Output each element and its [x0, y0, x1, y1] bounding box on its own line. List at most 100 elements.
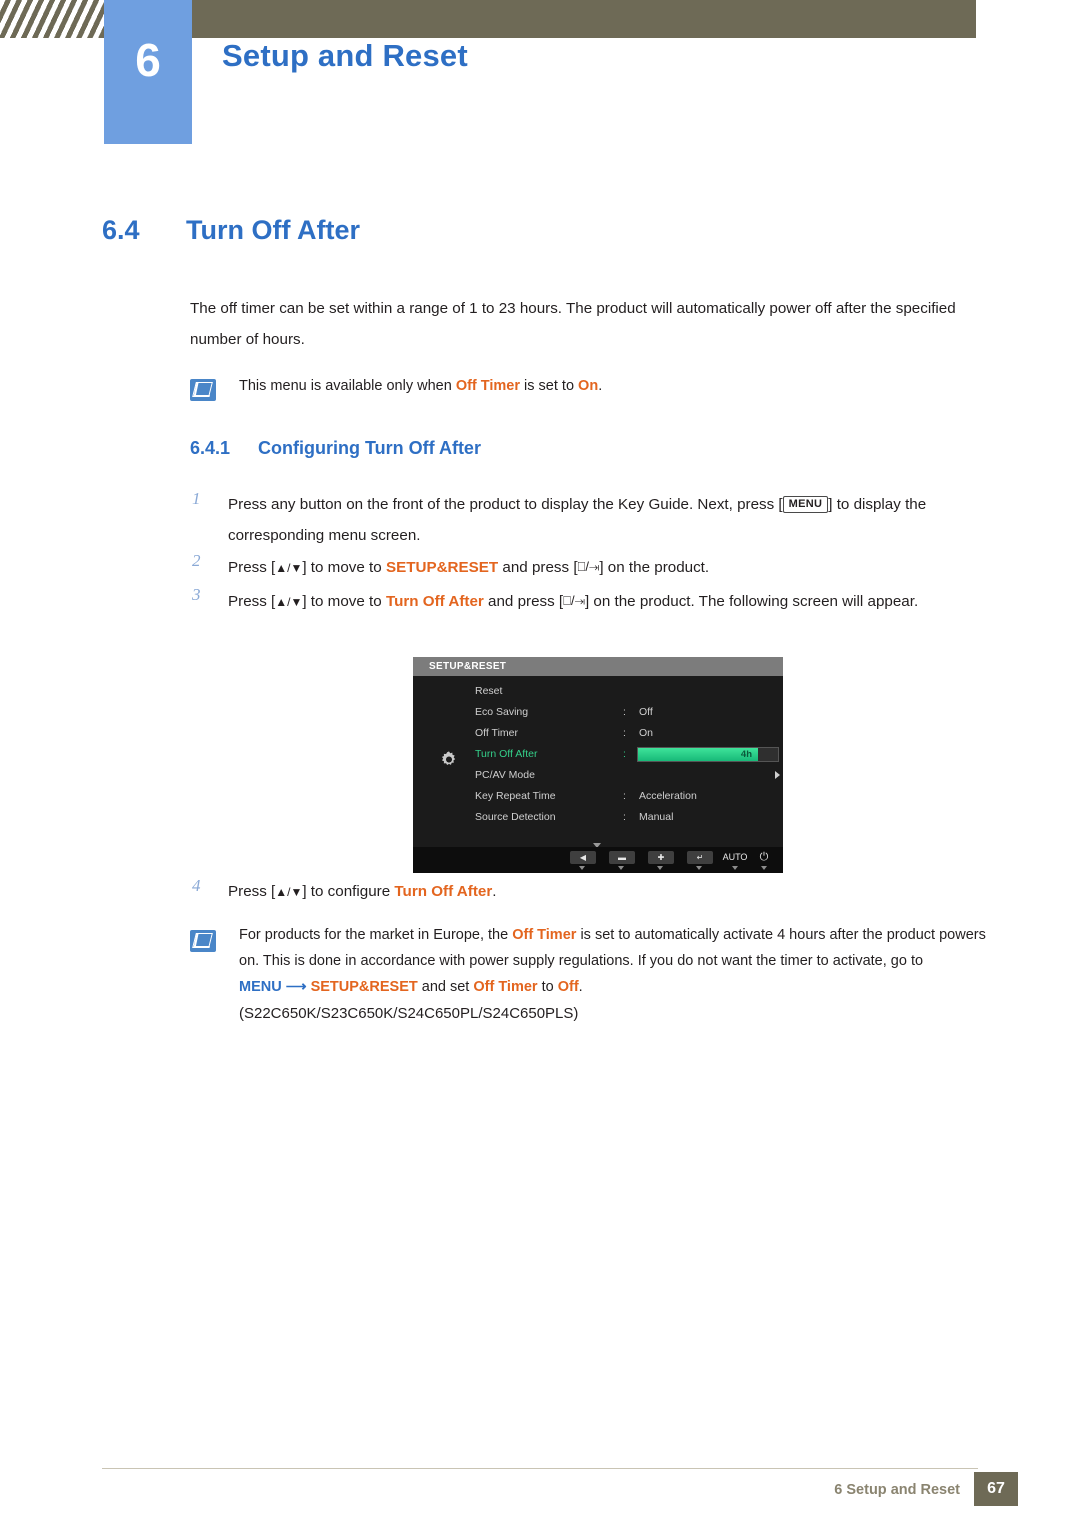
- section-intro-paragraph: The off timer can be set within a range …: [190, 300, 956, 348]
- chapter-title: Setup and Reset: [222, 38, 468, 73]
- section-title: Turn Off After: [186, 215, 360, 245]
- note-2-line3a: timer to activate, go to: [780, 953, 924, 969]
- osd-button-enter[interactable]: ↵: [687, 851, 713, 864]
- step-number-4: 4: [192, 876, 201, 895]
- osd-button-caret: [696, 866, 702, 870]
- header-hatch-pattern: [0, 0, 104, 38]
- header-bar: [104, 0, 976, 38]
- osd-row-eco-saving[interactable]: Eco Saving : Off: [475, 702, 775, 723]
- step-text-4: Press [▲/▼] to configure Turn Off After.: [228, 876, 1003, 908]
- osd-button-minus[interactable]: ▬: [609, 851, 635, 864]
- header-bar-right-gap: [976, 0, 1080, 38]
- osd-row-turn-off-after[interactable]: Turn Off After : 4h: [475, 744, 779, 765]
- note-2-line1b: is set to automatically activate 4 hours…: [576, 927, 883, 943]
- step-4-part2: ] to configure: [302, 883, 395, 900]
- note-1-prefix: This menu is available only when: [239, 378, 456, 394]
- note-2-term-menu: MENU: [239, 979, 282, 995]
- step-3-part4: ] on the product. The following screen w…: [584, 593, 919, 610]
- menu-key-label: MENU: [782, 496, 829, 513]
- subsection-heading: 6.4.1 Configuring Turn Off After: [190, 438, 481, 459]
- step-2-term: SETUP&RESET: [385, 559, 499, 576]
- osd-button-back[interactable]: ◀: [570, 851, 596, 864]
- step-3-term: Turn Off After: [385, 593, 484, 610]
- note-2-term-setup-reset: SETUP&RESET: [310, 979, 418, 995]
- chapter-number-box: 6: [104, 0, 192, 144]
- step-2-part4: ] on the product.: [599, 559, 710, 576]
- note-2-term-off-timer-2: Off Timer: [473, 979, 538, 995]
- osd-row-source-detection[interactable]: Source Detection : Manual: [475, 807, 775, 828]
- osd-button-caret: [579, 866, 585, 870]
- note-2-line1a: For products for the market in Europe, t…: [239, 927, 513, 943]
- section-number: 6.4: [102, 215, 140, 245]
- step-number-3: 3: [192, 585, 201, 604]
- step-2-part1: Press [: [228, 559, 276, 576]
- step-4-term: Turn Off After: [394, 883, 493, 900]
- note-1-term-off-timer: Off Timer: [455, 378, 521, 394]
- osd-row-off-timer[interactable]: Off Timer : On: [475, 723, 775, 744]
- osd-row-value: Manual: [639, 811, 674, 823]
- osd-row-label: Off Timer: [475, 727, 518, 739]
- up-down-key-glyphs: ▲/▼: [275, 595, 303, 609]
- step-text-3: Press [▲/▼] to move to Turn Off After an…: [228, 585, 1003, 618]
- osd-row-value: Off: [639, 706, 653, 718]
- osd-row-label: Key Repeat Time: [475, 790, 556, 802]
- osd-button-caret: [618, 866, 624, 870]
- osd-row-colon: :: [623, 706, 626, 718]
- note-icon: [190, 379, 216, 401]
- up-down-key-glyphs: ▲/▼: [275, 561, 303, 575]
- osd-slider-fill: 4h: [638, 748, 758, 761]
- osd-slider-value: 4h: [740, 749, 752, 760]
- step-1-part1: Press any button on the front of the pro…: [228, 496, 783, 513]
- model-list: (S22C650K/S23C650K/S24C650PL/S24C650PLS): [239, 1005, 579, 1022]
- subsection-title: Configuring Turn Off After: [258, 438, 481, 458]
- note-1-suffix: .: [598, 378, 603, 394]
- step-4-part3: .: [492, 883, 497, 900]
- note-2-line3c: to: [537, 979, 558, 995]
- step-4-part1: Press [: [228, 883, 276, 900]
- osd-button-bar: ◀ ▬ ✚ ↵ AUTO ⏻: [413, 847, 783, 873]
- note-1-text: This menu is available only when Off Tim…: [239, 373, 999, 399]
- osd-row-label: Source Detection: [475, 811, 556, 823]
- osd-row-colon: :: [623, 748, 626, 760]
- osd-button-auto[interactable]: AUTO: [719, 851, 751, 864]
- osd-row-value: On: [639, 727, 654, 739]
- note-1-middle: is set to: [520, 378, 579, 394]
- note-2-line3b: and set: [417, 979, 474, 995]
- osd-button-plus[interactable]: ✚: [648, 851, 674, 864]
- osd-row-colon: :: [623, 790, 626, 802]
- note-icon: [190, 930, 216, 952]
- osd-button-caret: [732, 866, 738, 870]
- osd-button-caret: [761, 866, 767, 870]
- note-2-text: For products for the market in Europe, t…: [239, 922, 999, 1000]
- up-down-key-glyphs: ▲/▼: [275, 885, 303, 899]
- note-2-term-off: Off: [557, 979, 579, 995]
- step-text-1: Press any button on the front of the pro…: [228, 489, 1003, 551]
- step-3-part1: Press [: [228, 593, 276, 610]
- step-2-part2: ] to move to: [302, 559, 386, 576]
- osd-slider[interactable]: 4h: [637, 747, 779, 762]
- osd-row-label: Turn Off After: [475, 748, 538, 760]
- step-number-2: 2: [192, 551, 201, 570]
- step-number-1: 1: [192, 489, 201, 508]
- gear-icon: [438, 749, 460, 771]
- osd-button-power[interactable]: ⏻: [757, 851, 771, 864]
- osd-screenshot: SETUP&RESET Reset Eco Saving : Off Off T…: [413, 657, 783, 873]
- enter-key-glyphs: ⎕/⇥: [577, 559, 600, 574]
- osd-row-key-repeat-time[interactable]: Key Repeat Time : Acceleration: [475, 786, 775, 807]
- enter-key-glyphs: ⎕/⇥: [563, 593, 585, 608]
- osd-row-label: PC/AV Mode: [475, 769, 535, 781]
- step-3-part2: ] to move to: [302, 593, 386, 610]
- osd-row-colon: :: [623, 811, 626, 823]
- subsection-number: 6.4.1: [190, 438, 231, 458]
- arrow-right-icon: ⟶: [285, 979, 307, 995]
- note-2-term-off-timer: Off Timer: [512, 927, 577, 943]
- osd-row-reset[interactable]: Reset: [475, 681, 775, 702]
- osd-menu-rows: Reset Eco Saving : Off Off Timer : On Tu…: [475, 681, 780, 828]
- footer-page-number: 67: [974, 1472, 1018, 1506]
- osd-row-pc-av-mode[interactable]: PC/AV Mode: [475, 765, 780, 786]
- osd-row-colon: :: [623, 727, 626, 739]
- osd-title-bar: SETUP&RESET: [413, 657, 783, 676]
- osd-row-value: Acceleration: [639, 790, 697, 802]
- osd-row-label: Eco Saving: [475, 706, 529, 718]
- note-1-term-on: On: [578, 378, 599, 394]
